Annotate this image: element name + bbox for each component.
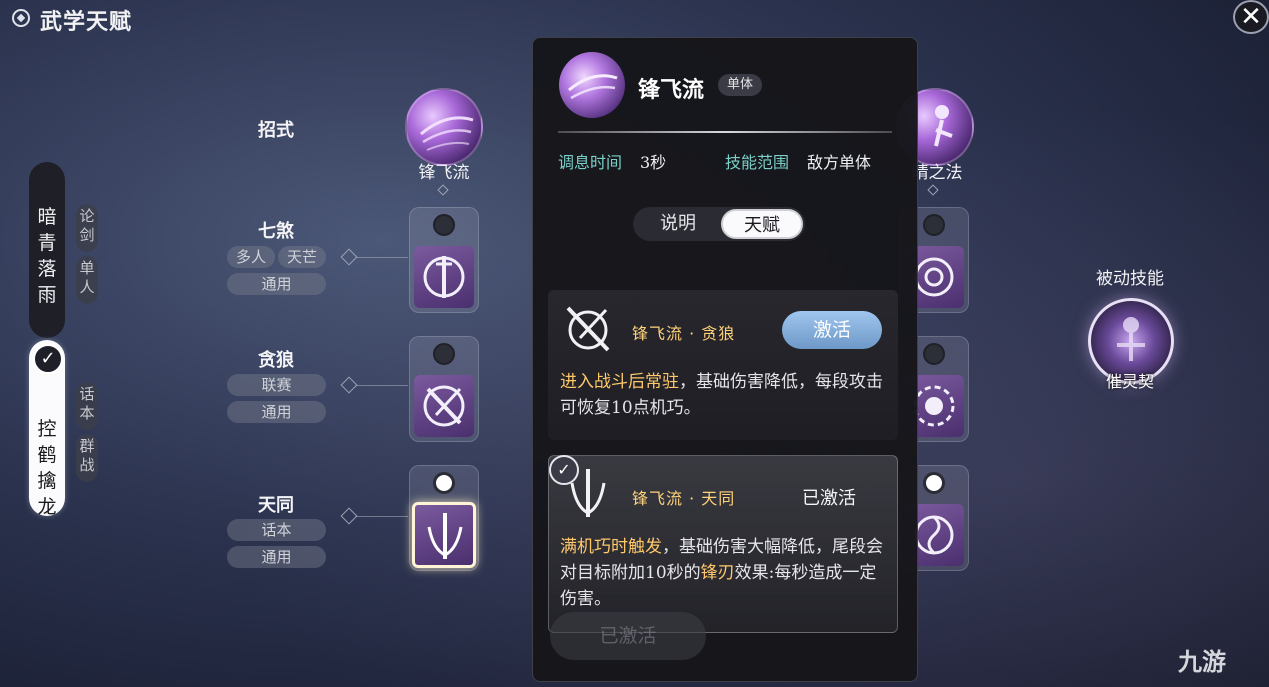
talent-slot-tanlang[interactable] [409, 336, 479, 442]
school-tab-anqingluoyu[interactable]: 暗青落雨 [29, 162, 65, 338]
school-name: 暗青落雨 [37, 206, 57, 306]
passive-title: 被动技能 [1096, 269, 1164, 289]
select-ring[interactable] [923, 214, 945, 236]
school-tag: 论剑 [76, 204, 98, 252]
tag-pill: 联赛 [227, 374, 326, 396]
select-ring[interactable] [923, 343, 945, 365]
skill-orb-fengfeiliu[interactable] [405, 88, 483, 166]
sword-emblem-icon [560, 465, 616, 521]
row-label-zhaoshi: 招式 [258, 120, 294, 141]
tag-pill: 通用 [227, 273, 326, 295]
cooldown-value: 3秒 [640, 153, 667, 172]
activate-button[interactable]: 激活 [782, 311, 882, 349]
talent-name: 锋飞流 · 贪狼 [632, 324, 736, 343]
swirl-icon [420, 116, 474, 151]
select-ring[interactable] [433, 214, 455, 236]
row-label-tiantong: 天同 [258, 495, 294, 516]
talent-description: 满机巧时触发，基础伤害大幅降低，尾段会对目标附加10秒的锋刃效果:每秒造成一定伤… [560, 537, 883, 609]
range-value: 敌方单体 [807, 153, 872, 172]
settings-icon[interactable] [12, 9, 30, 27]
row-label-tanlang: 贪狼 [258, 350, 294, 371]
talent-description: 进入战斗后常驻，基础伤害降低，每段攻击可恢复10点机巧。 [560, 372, 883, 418]
row-connector [356, 385, 408, 386]
school-tag: 单人 [76, 256, 98, 304]
school-tag: 群战 [76, 434, 98, 482]
skill-name: 锋飞流 [418, 163, 470, 183]
cooldown-label: 调息时间 [558, 153, 623, 172]
divider [558, 131, 892, 133]
tab-talent[interactable]: 天赋 [721, 209, 803, 239]
select-ring[interactable] [433, 343, 455, 365]
skill-icon-large [559, 52, 625, 118]
activated-button: 已激活 [550, 612, 706, 660]
close-button[interactable]: ✕ [1233, 0, 1269, 34]
row-connector [356, 257, 408, 258]
tag-pill: 通用 [227, 401, 326, 423]
page-title: 武学天赋 [40, 9, 133, 35]
crossed-blade-icon [560, 300, 616, 356]
crossed-blade-icon [414, 375, 474, 437]
row-label-qisha: 七煞 [258, 221, 294, 242]
activated-status: 已激活 [802, 488, 856, 509]
tag-pill: 话本 [227, 519, 326, 541]
watermark-logo: 九游 [1178, 648, 1226, 676]
range-label: 技能范围 [725, 153, 790, 172]
talent-slot-qisha[interactable] [409, 207, 479, 313]
passive-name: 催灵契 [1105, 372, 1154, 391]
sword-emblem-icon [414, 246, 474, 308]
select-ring-active[interactable] [433, 472, 455, 494]
school-name: 控鹤擒龙 [37, 418, 57, 518]
tab-description[interactable]: 说明 [637, 209, 719, 239]
tag-pill: 通用 [227, 546, 326, 568]
popup-title: 锋飞流 [638, 77, 705, 103]
row-connector [356, 516, 408, 517]
sword-emblem-icon [412, 502, 476, 568]
check-icon: ✓ [33, 344, 63, 374]
tag-pill: 多人 [227, 246, 275, 268]
target-type-badge: 单体 [718, 74, 762, 96]
close-icon: ✕ [1240, 2, 1262, 32]
select-ring-active[interactable] [923, 472, 945, 494]
tag-pill: 天芒 [278, 246, 326, 268]
talent-slot-tiantong[interactable] [409, 465, 479, 571]
talent-name: 锋飞流 · 天同 [632, 489, 736, 508]
school-tag: 话本 [76, 382, 98, 430]
